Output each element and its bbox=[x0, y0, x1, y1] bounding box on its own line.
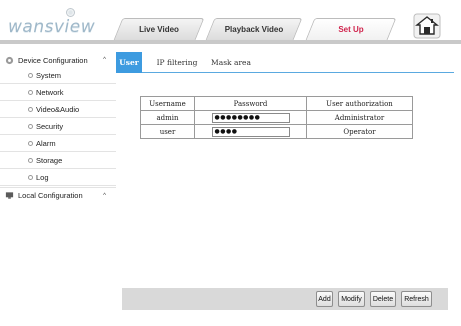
action-bar: Add Modify Delete Refresh bbox=[122, 288, 448, 310]
table-header-row: Username Password User authorization bbox=[140, 96, 413, 111]
sidebar-group-local-configuration[interactable]: Local Configuration ^ bbox=[0, 187, 116, 203]
bullet-icon bbox=[28, 175, 33, 180]
sidebar-item-label: Network bbox=[36, 88, 64, 97]
sidebar-item-network[interactable]: Network bbox=[0, 85, 116, 101]
collapse-caret-icon[interactable]: ^ bbox=[103, 193, 106, 199]
sidebar-group-local-label: Local Configuration bbox=[18, 191, 83, 200]
sidebar-item-label: Storage bbox=[36, 156, 63, 165]
subtab-user[interactable]: User bbox=[116, 52, 142, 73]
tab-playback-video[interactable]: Playback Video bbox=[205, 18, 303, 40]
sidebar-item-label: Alarm bbox=[36, 139, 56, 148]
subtab-ip-filtering[interactable]: IP filtering bbox=[152, 52, 202, 73]
refresh-button[interactable]: Refresh bbox=[401, 291, 432, 307]
sidebar-group-device-configuration[interactable]: Device Configuration ^ bbox=[0, 52, 116, 68]
user-table: Username Password User authorization adm… bbox=[140, 96, 413, 139]
top-header: wansview Live Video Playback Video Set U… bbox=[0, 0, 461, 44]
logo-eye-icon bbox=[66, 8, 75, 17]
add-button[interactable]: Add bbox=[316, 291, 333, 307]
password-field[interactable]: ●●●● bbox=[211, 126, 290, 137]
sidebar-item-label: Log bbox=[36, 173, 49, 182]
column-header-authorization: User authorization bbox=[306, 96, 413, 111]
home-icon[interactable] bbox=[413, 13, 441, 39]
authorization-cell: Administrator bbox=[306, 110, 413, 125]
sidebar-item-video-audio[interactable]: Video&Audio bbox=[0, 102, 116, 118]
sidebar-item-log[interactable]: Log bbox=[0, 170, 116, 186]
sidebar-item-label: Video&Audio bbox=[36, 105, 80, 114]
table-row[interactable]: user ●●●● Operator bbox=[140, 124, 413, 139]
sidebar-item-label: Security bbox=[36, 122, 64, 131]
username-cell: admin bbox=[140, 110, 195, 125]
sidebar-item-alarm[interactable]: Alarm bbox=[0, 136, 116, 152]
modify-button[interactable]: Modify bbox=[338, 291, 365, 307]
column-header-username: Username bbox=[140, 96, 195, 111]
bullet-icon bbox=[28, 124, 33, 129]
tab-live-video-label: Live Video bbox=[139, 24, 179, 34]
sidebar-group-device-label: Device Configuration bbox=[18, 55, 88, 65]
brand-logo: wansview bbox=[8, 17, 96, 37]
table-row[interactable]: admin ●●●●●●●● Administrator bbox=[140, 110, 413, 125]
password-cell: ●●●● bbox=[194, 124, 307, 139]
subtab-bar: User IP filtering Mask area bbox=[116, 52, 454, 73]
tab-set-up[interactable]: Set Up bbox=[305, 18, 397, 40]
delete-button[interactable]: Delete bbox=[370, 291, 396, 307]
bullet-icon bbox=[28, 141, 33, 146]
main-panel: User IP filtering Mask area Username Pas… bbox=[116, 52, 454, 316]
gear-icon bbox=[5, 56, 14, 64]
collapse-caret-icon[interactable]: ^ bbox=[103, 57, 106, 63]
tab-live-video[interactable]: Live Video bbox=[113, 18, 205, 40]
authorization-cell: Operator bbox=[306, 124, 413, 139]
bullet-icon bbox=[28, 158, 33, 163]
column-header-password: Password bbox=[194, 96, 307, 111]
subtab-mask-area[interactable]: Mask area bbox=[210, 52, 252, 73]
bullet-icon bbox=[28, 107, 33, 112]
username-cell: user bbox=[140, 124, 195, 139]
sidebar-item-storage[interactable]: Storage bbox=[0, 153, 116, 169]
password-field[interactable]: ●●●●●●●● bbox=[211, 112, 290, 123]
header-divider bbox=[0, 40, 461, 44]
bullet-icon bbox=[28, 90, 33, 95]
sidebar-item-security[interactable]: Security bbox=[0, 119, 116, 135]
sidebar-item-system[interactable]: System bbox=[0, 68, 116, 84]
password-cell: ●●●●●●●● bbox=[194, 110, 307, 125]
monitor-icon bbox=[5, 192, 14, 199]
tab-playback-video-label: Playback Video bbox=[224, 24, 284, 34]
tab-set-up-label: Set Up bbox=[338, 24, 364, 34]
bullet-icon bbox=[28, 73, 33, 78]
sidebar-item-label: System bbox=[36, 71, 62, 80]
